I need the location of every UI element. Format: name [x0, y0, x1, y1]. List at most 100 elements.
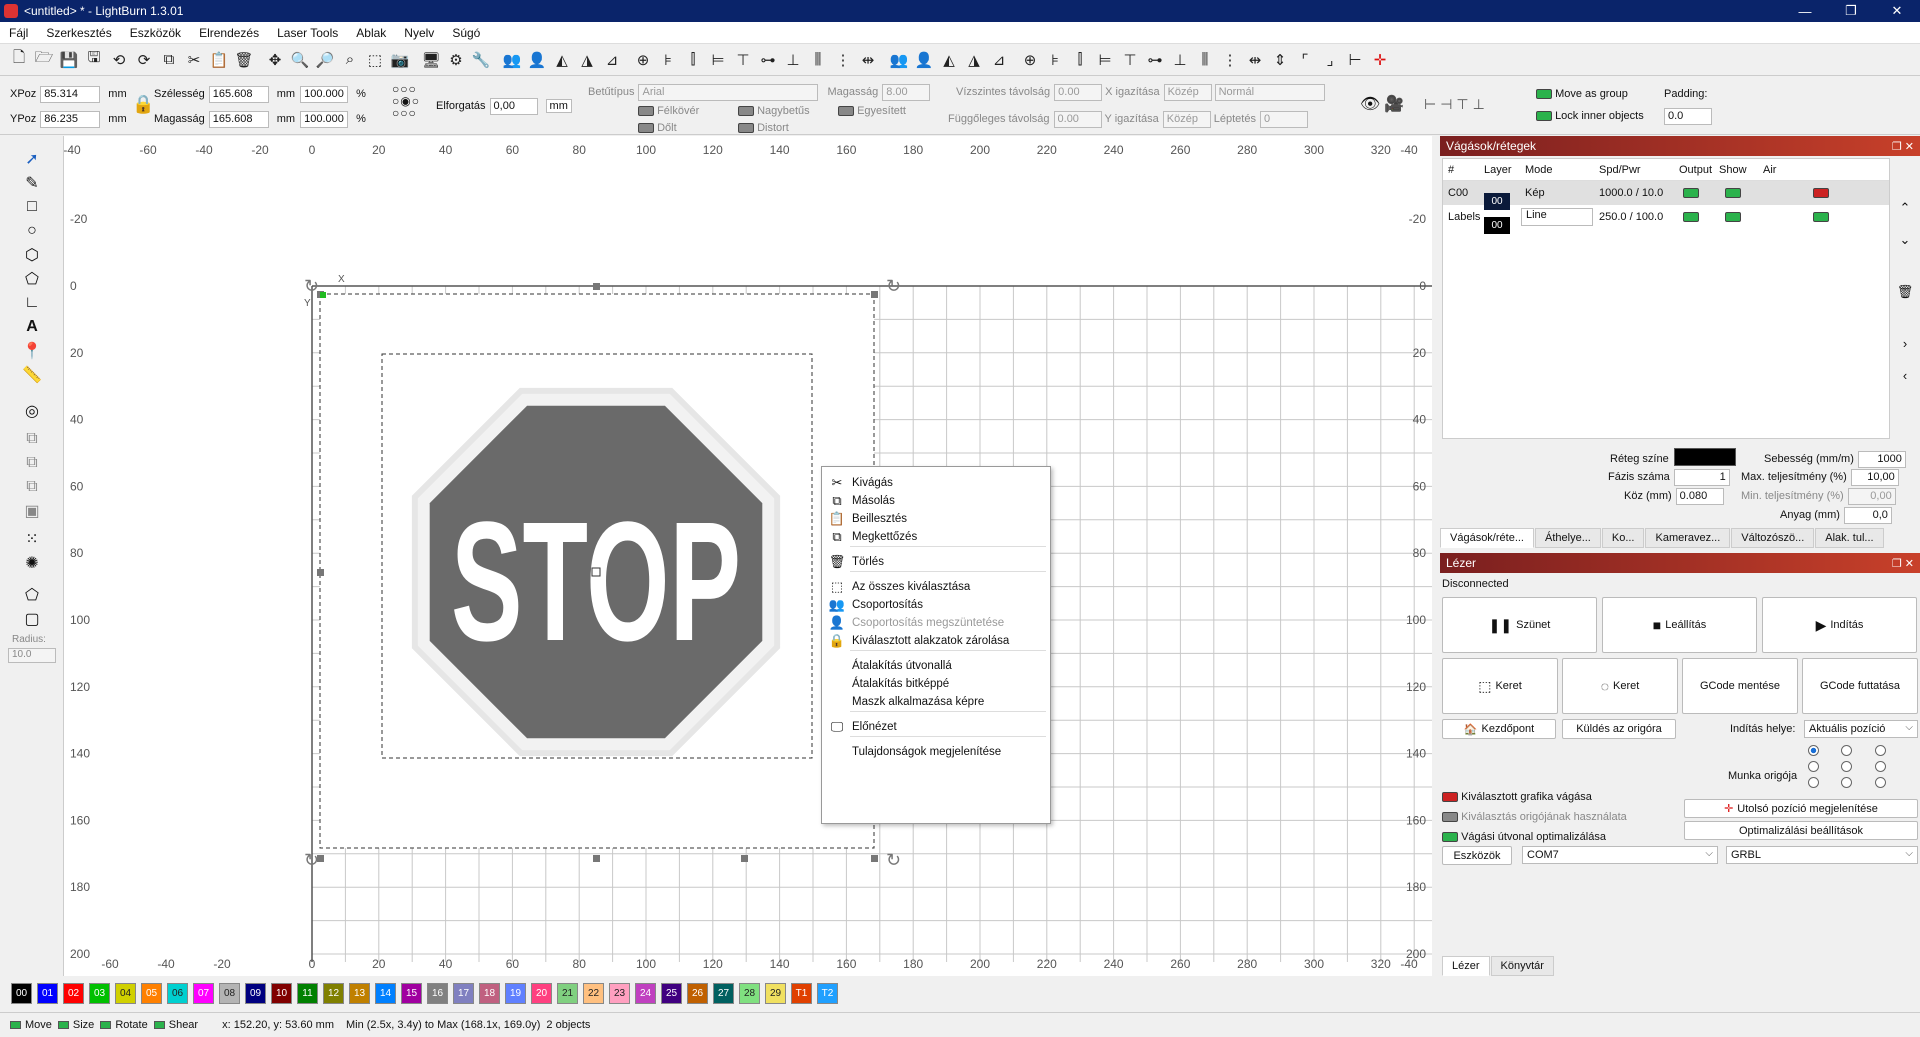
- yalign-select[interactable]: Közép: [1162, 110, 1211, 128]
- align-top-icon[interactable]: ⊤: [732, 49, 754, 71]
- row-mode[interactable]: Kép: [1525, 187, 1545, 199]
- run-gcode-button[interactable]: GCode futtatása: [1802, 658, 1918, 714]
- anchor-grid-icon[interactable]: ○○○ ○◉○ ○○○: [392, 83, 432, 127]
- align-right-2-icon[interactable]: ⊨: [1094, 49, 1116, 71]
- camera-icon[interactable]: 📷: [389, 49, 411, 71]
- distribute-h-icon[interactable]: ⫼: [807, 49, 829, 71]
- corner-tl-icon[interactable]: ⌜: [1294, 49, 1316, 71]
- context-item-10[interactable]: Átalakítás bitképpé: [822, 674, 1050, 694]
- palette-swatch-10[interactable]: 10: [271, 982, 292, 1004]
- palette-swatch-22[interactable]: 22: [583, 982, 604, 1004]
- palette-swatch-T1[interactable]: T1: [791, 982, 812, 1004]
- close-icon[interactable]: ✕: [1874, 3, 1920, 19]
- text-mode-select[interactable]: Normál: [1214, 83, 1325, 101]
- polygon-icon[interactable]: ⬡: [20, 244, 44, 266]
- home-button[interactable]: 🏠 Kezdőpont: [1442, 719, 1556, 739]
- material-input[interactable]: 0,0: [1843, 506, 1892, 524]
- rounded-rect-icon[interactable]: ▢: [20, 608, 44, 630]
- show-toggle[interactable]: [1725, 212, 1741, 222]
- align-middle-icon[interactable]: ⊶: [757, 49, 779, 71]
- menu-laser-tools[interactable]: Laser Tools: [268, 26, 347, 40]
- flip-h-2-icon[interactable]: ◭: [938, 49, 960, 71]
- context-item-4[interactable]: 🗑 Törlés: [822, 552, 1050, 572]
- palette-swatch-01[interactable]: 01: [37, 982, 58, 1004]
- boolean-intersect-icon[interactable]: ⧉: [20, 476, 44, 498]
- ungroup-2-icon[interactable]: 👤: [913, 49, 935, 71]
- boolean-union-icon[interactable]: ⧉: [20, 428, 44, 450]
- padding-input[interactable]: 0.0: [1664, 107, 1712, 125]
- scale-h-input[interactable]: 100.000: [300, 110, 349, 128]
- text-icon[interactable]: A: [20, 316, 44, 338]
- open-folder-icon[interactable]: 🗁: [33, 49, 55, 71]
- grid-array-icon[interactable]: ⁙: [20, 528, 44, 550]
- target-2-icon[interactable]: ⊕: [1019, 49, 1041, 71]
- tab-move[interactable]: Áthelye...: [1535, 528, 1601, 548]
- origin-radio-tl[interactable]: [1808, 745, 1819, 756]
- move-toggle[interactable]: [10, 1021, 21, 1029]
- corner-br-icon[interactable]: ⌟: [1319, 49, 1341, 71]
- palette-swatch-26[interactable]: 26: [687, 982, 708, 1004]
- ungroup-icon[interactable]: 👤: [526, 49, 548, 71]
- zoom-selection-icon[interactable]: ⬚: [364, 49, 386, 71]
- align-top-2-icon[interactable]: ⊤: [1119, 49, 1141, 71]
- menu-tools[interactable]: Eszközök: [121, 26, 190, 40]
- palette-swatch-13[interactable]: 13: [349, 982, 370, 1004]
- context-item-2[interactable]: 📋 Beillesztés: [822, 509, 1050, 529]
- show-last-position-button[interactable]: ✛ Utolsó pozíció megjelenítése: [1684, 799, 1918, 818]
- laser-crosshair-icon[interactable]: ✛: [1369, 49, 1391, 71]
- collapse-left-icon[interactable]: ‹: [1894, 360, 1916, 392]
- mirror-2-icon[interactable]: ⊿: [988, 49, 1010, 71]
- tools-icon[interactable]: 🔧: [470, 49, 492, 71]
- panel-close-icon[interactable]: ❐ ✕: [1892, 140, 1914, 153]
- offset-icon[interactable]: ◎: [20, 400, 44, 422]
- start-button[interactable]: ▶ Indítás: [1762, 597, 1917, 653]
- origin-radio-mr[interactable]: [1874, 761, 1886, 772]
- palette-swatch-16[interactable]: 16: [427, 982, 448, 1004]
- palette-swatch-19[interactable]: 19: [505, 982, 526, 1004]
- font-select[interactable]: Arial: [638, 83, 819, 101]
- interval-input[interactable]: 0.080: [1675, 487, 1724, 505]
- align-left-icon[interactable]: ⊧: [657, 49, 679, 71]
- palette-swatch-05[interactable]: 05: [141, 982, 162, 1004]
- menu-arrange[interactable]: Elrendezés: [190, 26, 268, 40]
- context-item-11[interactable]: Maszk alkalmazása képre: [822, 692, 1050, 712]
- output-toggle[interactable]: [1683, 212, 1699, 222]
- measure-icon[interactable]: 📏: [20, 364, 44, 386]
- show-toggle[interactable]: [1725, 188, 1741, 198]
- step-input[interactable]: 0: [1259, 110, 1308, 128]
- mirror-icon[interactable]: ⊿: [601, 49, 623, 71]
- palette-swatch-00[interactable]: 00: [11, 982, 32, 1004]
- layer-color-swatch[interactable]: [1674, 448, 1736, 466]
- save-icon[interactable]: 💾: [58, 49, 80, 71]
- palette-swatch-14[interactable]: 14: [375, 982, 396, 1004]
- circular-array-icon[interactable]: ✺: [20, 552, 44, 574]
- distribute-h-2-icon[interactable]: ⫼: [1194, 49, 1216, 71]
- menu-edit[interactable]: Szerkesztés: [37, 26, 120, 40]
- laser-panel-close-icon[interactable]: ❐ ✕: [1892, 557, 1914, 570]
- palette-swatch-08[interactable]: 08: [219, 982, 240, 1004]
- minpower-input[interactable]: 0,00: [1847, 487, 1896, 505]
- context-item-3[interactable]: ⧉ Megkettőzés: [822, 527, 1050, 547]
- context-item-9[interactable]: Átalakítás útvonallá: [822, 656, 1050, 676]
- hspace-input[interactable]: 0.00: [1054, 83, 1103, 101]
- menu-help[interactable]: Súgó: [443, 26, 489, 40]
- cut-icon[interactable]: ✂: [183, 49, 205, 71]
- camera-toggle-icon[interactable]: 🎥: [1384, 95, 1404, 113]
- target-icon[interactable]: ⊕: [632, 49, 654, 71]
- vspace-input[interactable]: 0.00: [1053, 110, 1102, 128]
- port-select[interactable]: COM7: [1522, 846, 1718, 864]
- align-bottom-icon[interactable]: ⊥: [782, 49, 804, 71]
- lock-inner-toggle[interactable]: [1536, 111, 1552, 121]
- menu-file[interactable]: Fájl: [0, 26, 37, 40]
- palette-swatch-03[interactable]: 03: [89, 982, 110, 1004]
- context-item-6[interactable]: 👥 Csoportosítás: [822, 595, 1050, 615]
- distort-toggle[interactable]: [738, 123, 754, 133]
- rotate-input[interactable]: 0,00: [489, 97, 538, 115]
- palette-swatch-27[interactable]: 27: [713, 982, 734, 1004]
- context-item-7[interactable]: 👤 Csoportosítás megszüntetése: [822, 613, 1050, 633]
- pen-icon[interactable]: ✎: [20, 172, 44, 194]
- speed-input[interactable]: 1000: [1857, 450, 1906, 468]
- tab-variables[interactable]: Változószö...: [1731, 528, 1815, 548]
- distribute-v-2-icon[interactable]: ⋮: [1219, 49, 1241, 71]
- save-gcode-button[interactable]: GCode mentése: [1682, 658, 1798, 714]
